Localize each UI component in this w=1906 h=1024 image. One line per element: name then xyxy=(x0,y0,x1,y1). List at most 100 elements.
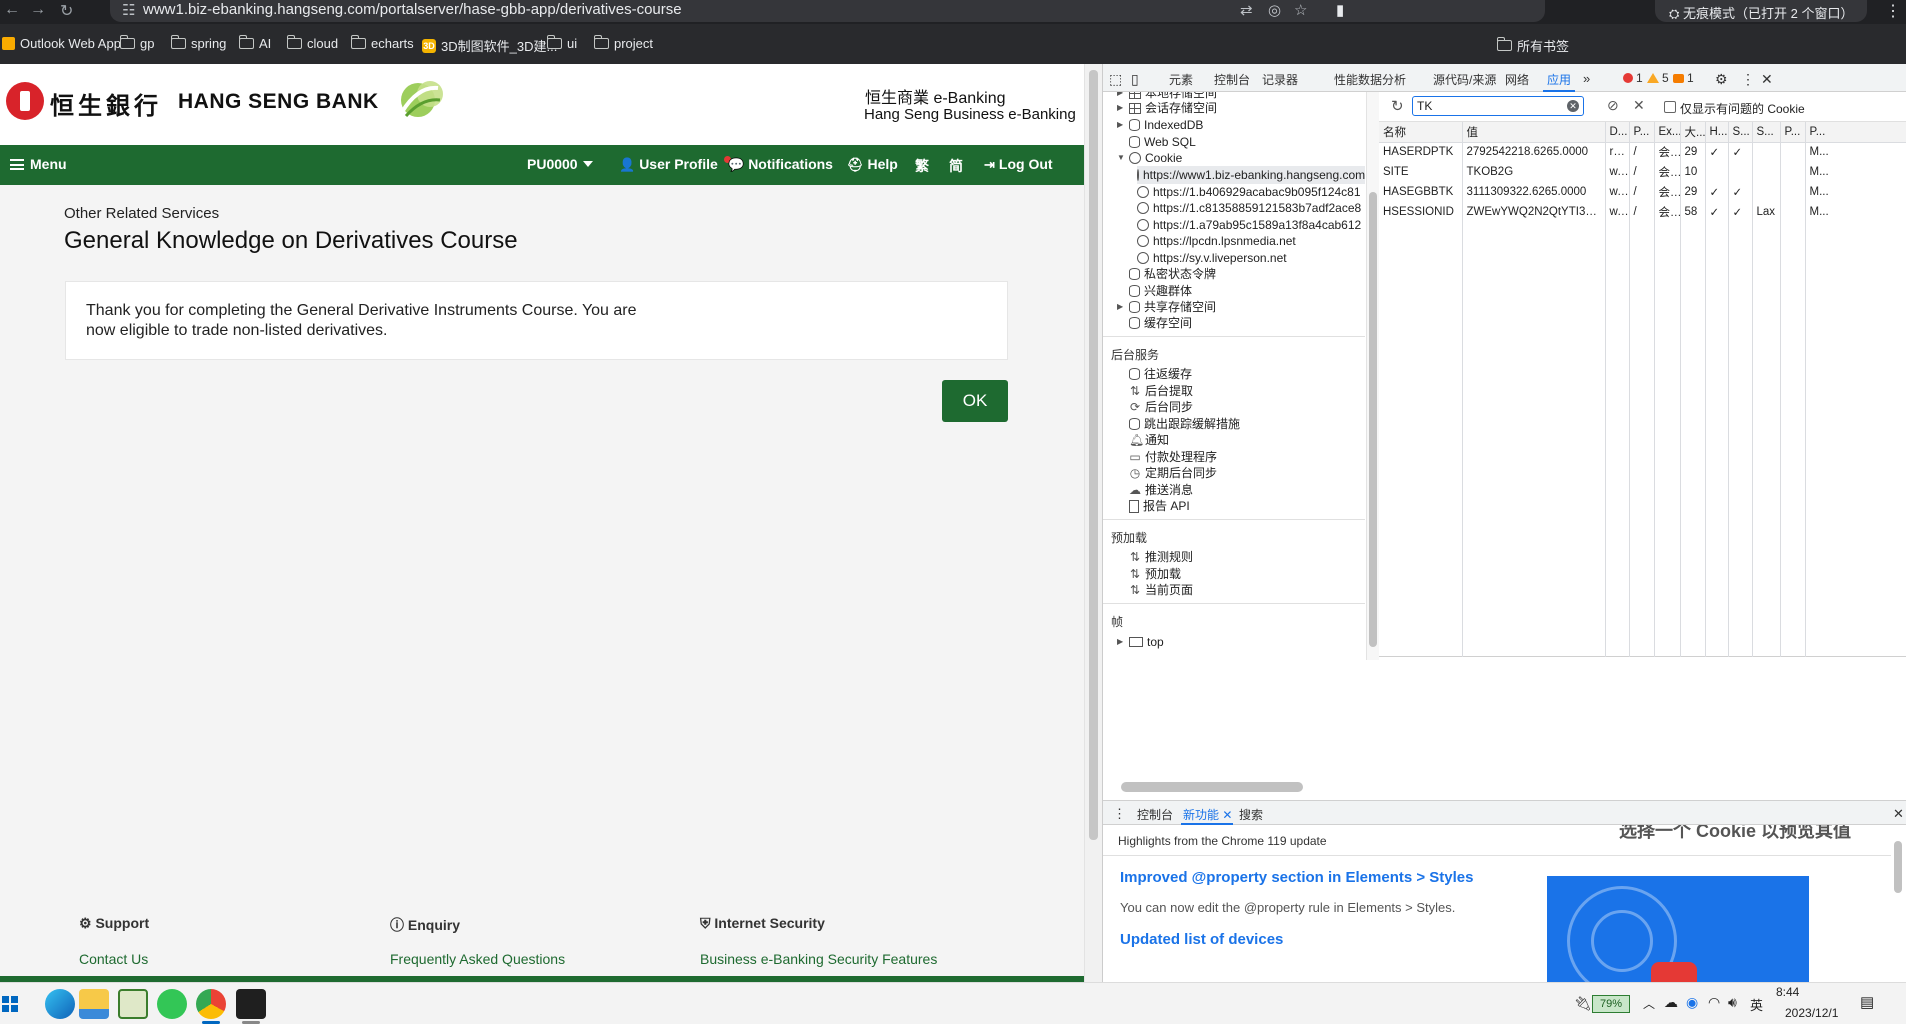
more-tabs-icon[interactable]: » xyxy=(1583,71,1590,86)
drawer-tab-console[interactable]: 控制台 xyxy=(1137,806,1173,823)
battery-indicator[interactable]: 79% xyxy=(1592,995,1630,1013)
clock-time[interactable]: 8:44 xyxy=(1776,985,1799,999)
bookmark-3d-software[interactable]: 3D 3D制图软件_3D建... xyxy=(422,36,557,55)
tab-network[interactable]: 网络 xyxy=(1505,71,1529,88)
bookmark-folder-spring[interactable]: spring xyxy=(170,35,226,51)
tree-item-background-sync[interactable]: ⟳ 后台同步 xyxy=(1129,398,1193,416)
notification-center-icon[interactable]: ▤ xyxy=(1860,993,1874,1011)
page-scrollbar-thumb[interactable] xyxy=(1089,70,1098,840)
col-priority[interactable]: P... xyxy=(1805,122,1906,143)
terminal-icon[interactable] xyxy=(236,989,266,1019)
tree-item-this-page[interactable]: ⇅ 当前页面 xyxy=(1129,581,1193,599)
error-count-badge[interactable]: 1 xyxy=(1623,71,1643,85)
sidebar-horizontal-scrollbar[interactable] xyxy=(1111,781,1363,792)
hang-seng-logo-icon[interactable] xyxy=(6,82,44,120)
tree-item-indexeddb[interactable]: ▶ IndexedDB xyxy=(1117,116,1203,134)
col-size[interactable]: 大... xyxy=(1680,122,1706,143)
table-row[interactable]: HASERDPTK 2792542218.6265.0000 rd... / 会... 2… xyxy=(1379,142,1906,162)
bookmark-star-icon[interactable]: ☆ xyxy=(1294,1,1307,19)
help-link[interactable]: ⛑ Help xyxy=(847,156,898,173)
faq-link[interactable]: Frequently Asked Questions xyxy=(390,951,565,967)
refresh-icon[interactable]: ↻ xyxy=(1391,97,1404,115)
tree-item-periodic-sync[interactable]: ◷ 定期后台同步 xyxy=(1129,464,1217,482)
bookmark-folder-ui[interactable]: ui xyxy=(546,35,577,51)
page-scrollbar[interactable] xyxy=(1084,64,1102,982)
cookie-filter-input[interactable]: TK ✕ xyxy=(1412,96,1584,116)
bookmark-folder-gp[interactable]: gp xyxy=(119,35,154,51)
close-drawer-icon[interactable]: ✕ xyxy=(1893,806,1904,822)
col-value[interactable]: 值 xyxy=(1462,122,1606,143)
table-row[interactable]: SITE TKOB2G w... / 会... 10 M... xyxy=(1379,162,1906,182)
tab-sources[interactable]: 源代码/来源 xyxy=(1433,71,1496,88)
warning-count-badge[interactable]: 5 xyxy=(1647,71,1669,85)
power-plug-icon[interactable]: 🔌︎ xyxy=(1574,995,1592,1012)
bookmark-outlook[interactable]: Outlook Web App xyxy=(2,36,121,51)
url-text[interactable]: www1.biz-ebanking.hangseng.com/portalser… xyxy=(143,1,682,18)
show-hidden-icons[interactable]: ︿ xyxy=(1643,995,1655,1012)
site-info-icon[interactable]: ☷ xyxy=(122,1,135,19)
tab-console[interactable]: 控制台 xyxy=(1214,71,1250,88)
tree-item-notifications[interactable]: 🔔︎ 通知 xyxy=(1129,431,1169,449)
back-icon[interactable]: ← xyxy=(4,1,20,19)
settings-gear-icon[interactable]: ⚙ xyxy=(1715,71,1728,88)
close-tab-icon[interactable]: ✕ xyxy=(1222,808,1232,822)
tracking-protection-icon[interactable]: ◎ xyxy=(1268,1,1281,19)
chart-app-icon[interactable] xyxy=(118,989,148,1019)
tab-elements[interactable]: 元素 xyxy=(1169,71,1193,88)
tree-item-private-state-tokens[interactable]: 私密状态令牌 xyxy=(1117,265,1216,283)
contact-us-link[interactable]: Contact Us xyxy=(79,951,148,967)
menu-button[interactable]: Menu xyxy=(10,156,67,172)
clock-date[interactable]: 2023/12/1 xyxy=(1785,1006,1838,1020)
sidebar-scrollbar[interactable] xyxy=(1366,92,1379,660)
reload-icon[interactable]: ↻ xyxy=(60,1,73,21)
tree-item-cookie-origin[interactable]: https://lpcdn.lpsnmedia.net xyxy=(1137,232,1296,250)
ok-button[interactable]: OK xyxy=(942,380,1008,422)
bookmark-folder-cloud[interactable]: cloud xyxy=(286,35,338,51)
browser-menu-icon[interactable]: ⋮ xyxy=(1885,1,1901,21)
onedrive-icon[interactable]: ☁ xyxy=(1664,994,1678,1011)
whats-new-video-thumbnail[interactable] xyxy=(1547,876,1809,983)
bookmark-folder-project[interactable]: project xyxy=(593,35,653,51)
drawer-tab-whats-new[interactable]: 新功能 ✕ xyxy=(1183,806,1232,823)
info-count-badge[interactable]: 1 xyxy=(1673,71,1694,85)
col-domain[interactable]: D... xyxy=(1605,122,1630,143)
all-bookmarks[interactable]: 所有书签 xyxy=(1496,36,1569,55)
col-expires[interactable]: Ex... xyxy=(1654,122,1681,143)
tree-item-cookie[interactable]: ▼ Cookie xyxy=(1117,149,1182,167)
wifi-icon[interactable]: ◠ xyxy=(1708,994,1720,1011)
logout-link[interactable]: ⇥ Log Out xyxy=(984,156,1053,173)
device-toolbar-icon[interactable]: ▯ xyxy=(1131,71,1139,88)
forward-icon[interactable]: → xyxy=(30,1,46,19)
devtools-menu-icon[interactable]: ⋮ xyxy=(1741,71,1755,88)
tree-item-reporting-api[interactable]: 报告 API xyxy=(1129,497,1190,515)
drawer-tab-search[interactable]: 搜索 xyxy=(1239,806,1263,823)
notifications-link[interactable]: 💬 Notifications xyxy=(724,156,833,173)
inspect-element-icon[interactable]: ⬚ xyxy=(1109,71,1122,88)
app-tray-icon[interactable]: ◉ xyxy=(1686,994,1698,1011)
language-traditional-link[interactable]: 繁 xyxy=(915,156,929,176)
close-devtools-icon[interactable]: ✕ xyxy=(1761,71,1773,88)
translate-icon[interactable]: ⇄ xyxy=(1240,1,1253,19)
account-dropdown[interactable]: PU0000 xyxy=(527,156,593,172)
col-httponly[interactable]: H... xyxy=(1705,122,1729,143)
edge-browser-icon[interactable] xyxy=(45,989,75,1019)
col-partition-key[interactable]: P... xyxy=(1780,122,1806,143)
tab-application[interactable]: 应用 xyxy=(1547,71,1571,88)
col-name[interactable]: 名称 xyxy=(1379,122,1463,143)
col-samesite[interactable]: S... xyxy=(1752,122,1781,143)
chrome-icon[interactable] xyxy=(196,989,226,1019)
drawer-scrollbar[interactable] xyxy=(1891,825,1905,983)
input-method-indicator[interactable]: 英 xyxy=(1750,995,1763,1014)
tab-performance-insights[interactable]: 性能数据分析 xyxy=(1334,71,1406,88)
table-row[interactable]: HASEGBBTK 3111309322.6265.0000 w... / 会... 29… xyxy=(1379,182,1906,202)
incognito-indicator[interactable]: ⛭ 无痕模式（已打开 2 个窗口） xyxy=(1655,0,1867,22)
tree-item-frame-top[interactable]: ▶ top xyxy=(1117,633,1164,651)
security-features-link[interactable]: Business e-Banking Security Features xyxy=(700,951,937,967)
drawer-menu-icon[interactable]: ⋮ xyxy=(1113,806,1126,822)
tree-item-speculation-rules[interactable]: ⇅ 推测规则 xyxy=(1129,548,1193,566)
volume-icon[interactable]: 🔊︎ xyxy=(1728,994,1737,1011)
tree-item-cookie-origin-selected[interactable]: https://www1.biz-ebanking.hangseng.com xyxy=(1137,166,1365,184)
tree-item-session-storage[interactable]: ▶ 会话存储空间 xyxy=(1117,99,1217,117)
file-explorer-icon[interactable] xyxy=(79,989,109,1019)
table-row[interactable]: HSESSIONID ZWEwYWQ2N2QtYTI3Y... w... / 会... 5… xyxy=(1379,202,1906,222)
